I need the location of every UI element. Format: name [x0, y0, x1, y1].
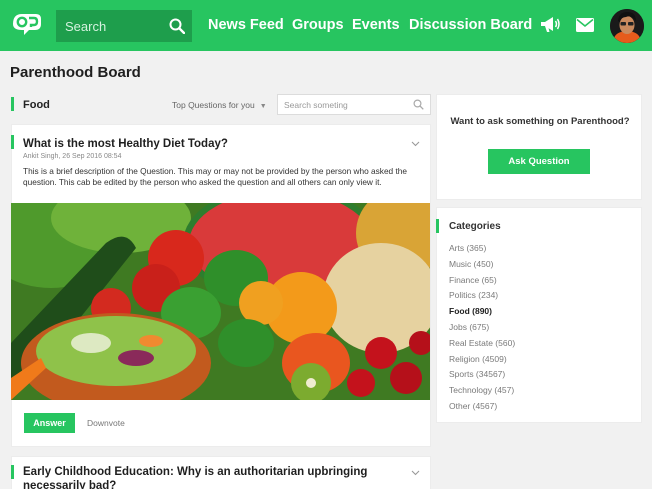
ask-prompt: Want to ask something on Parenthood? — [450, 116, 630, 127]
category-item[interactable]: Arts (365) — [449, 243, 486, 253]
category-item[interactable]: Food (890) — [449, 306, 492, 316]
section-label: Food — [23, 99, 50, 111]
vegetables-image — [11, 203, 430, 400]
avatar-image — [610, 9, 644, 43]
category-item[interactable]: Real Estate (560) — [449, 338, 515, 348]
ask-question-panel — [436, 94, 642, 200]
global-search — [56, 10, 192, 42]
category-item[interactable]: Sports (34567) — [449, 369, 505, 379]
question-title[interactable]: Early Childhood Education: Why is an aut… — [23, 465, 393, 489]
search-icon[interactable] — [413, 99, 424, 110]
chevron-down-icon: ▼ — [259, 103, 267, 110]
categories-accent-bar — [436, 219, 439, 233]
logo-icon[interactable] — [9, 11, 43, 37]
board-search — [277, 94, 431, 115]
categories-title: Categories — [449, 221, 501, 232]
category-item[interactable]: Technology (457) — [449, 385, 514, 395]
downvote-button[interactable]: Downvote — [87, 418, 125, 428]
answer-button[interactable]: Answer — [24, 413, 75, 433]
sort-dropdown[interactable]: Top Questions for you ▼ — [172, 100, 267, 110]
chevron-down-icon[interactable] — [411, 470, 420, 476]
top-navigation-bar: News Feed Groups Events Discussion Board — [0, 0, 652, 51]
ask-question-button[interactable]: Ask Question — [488, 149, 590, 174]
user-avatar[interactable] — [610, 9, 644, 43]
search-input[interactable] — [56, 10, 164, 42]
category-item[interactable]: Religion (4509) — [449, 354, 507, 364]
category-item[interactable]: Jobs (675) — [449, 322, 489, 332]
nav-discussion-board[interactable]: Discussion Board — [409, 17, 532, 33]
question-image — [11, 203, 430, 400]
category-item[interactable]: Music (450) — [449, 259, 493, 269]
nav-news-feed[interactable]: News Feed — [208, 17, 284, 33]
category-item[interactable]: Finance (65) — [449, 275, 497, 285]
question-accent-bar — [11, 135, 14, 149]
nav-events[interactable]: Events — [352, 17, 400, 33]
search-icon[interactable] — [169, 18, 185, 34]
section-accent-bar — [11, 97, 14, 111]
chevron-down-icon[interactable] — [411, 141, 420, 147]
question-accent-bar — [11, 465, 14, 479]
board-search-input[interactable] — [278, 95, 408, 115]
category-item[interactable]: Politics (234) — [449, 290, 498, 300]
question-title[interactable]: What is the most Healthy Diet Today? — [23, 137, 228, 151]
megaphone-icon[interactable] — [540, 16, 560, 34]
page-title: Parenthood Board — [10, 64, 141, 81]
mail-icon[interactable] — [576, 18, 594, 32]
nav-groups[interactable]: Groups — [292, 17, 344, 33]
category-item[interactable]: Other (4567) — [449, 401, 497, 411]
sort-label: Top Questions for you — [172, 100, 255, 110]
question-description: This is a brief description of the Quest… — [23, 166, 408, 187]
question-meta: Ankit Singh, 26 Sep 2016 08:54 — [23, 153, 122, 160]
